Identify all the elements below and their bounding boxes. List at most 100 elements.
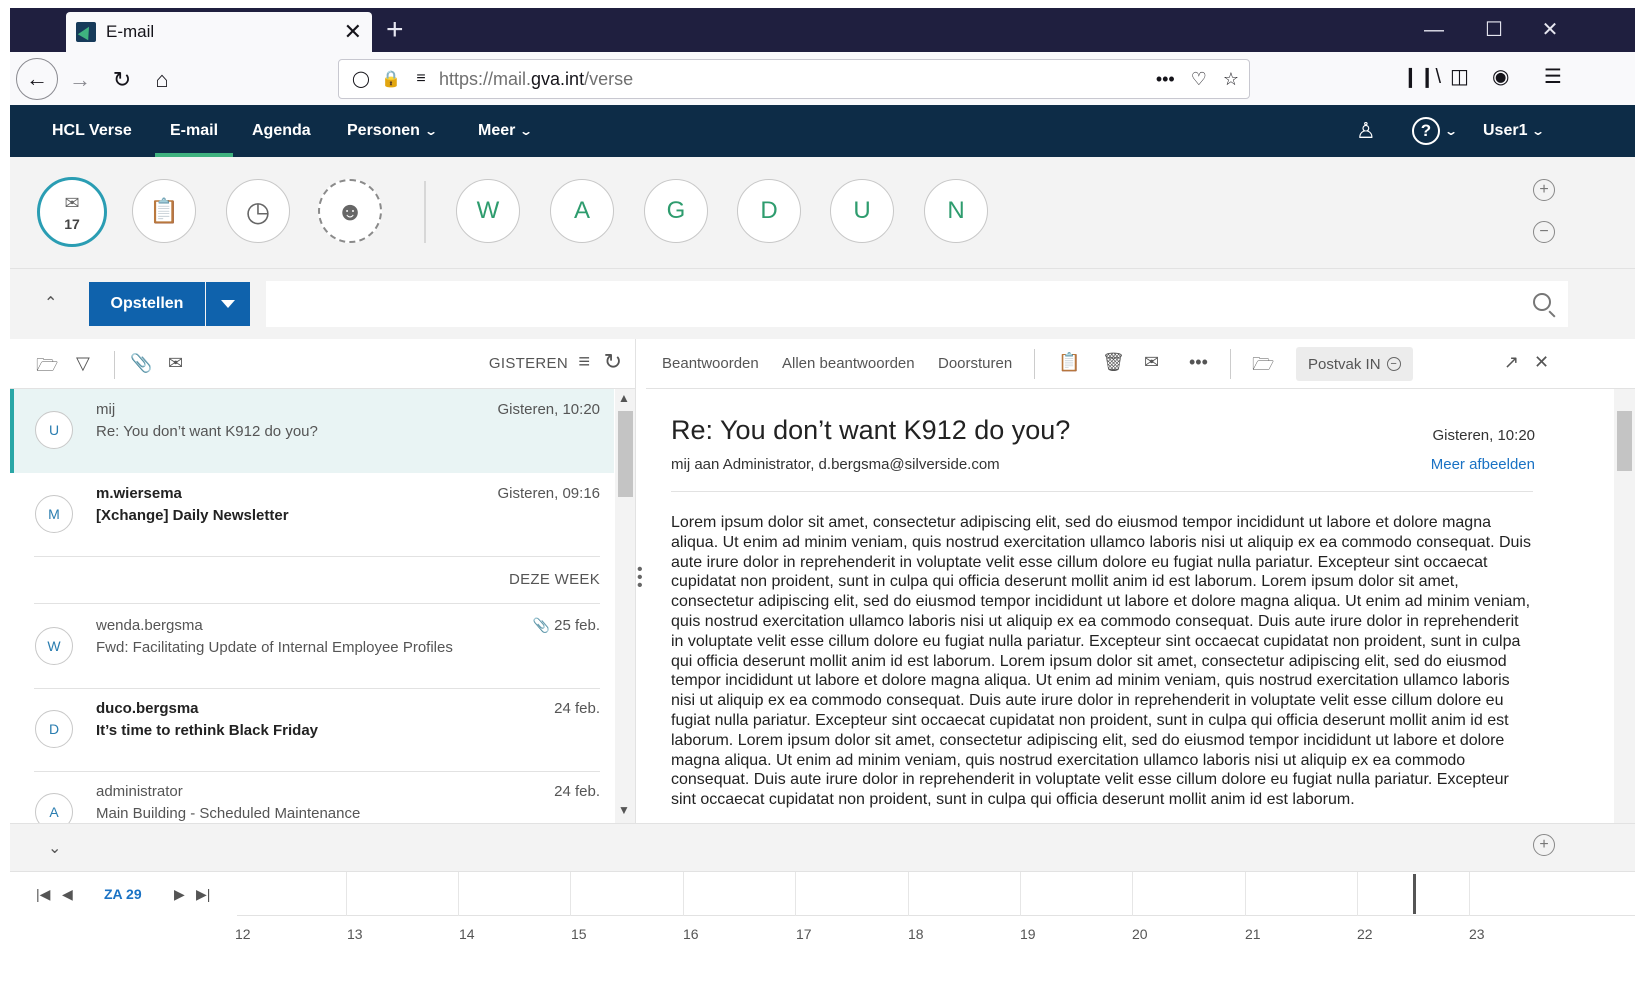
next-day-icon[interactable]: ▶ — [174, 886, 185, 903]
person-icon: ☻ — [336, 195, 364, 226]
forward-button[interactable]: Doorsturen — [938, 355, 1012, 372]
home-icon[interactable]: ⌂ — [144, 62, 180, 98]
current-time-marker — [1413, 874, 1416, 914]
hour-gridline — [1245, 872, 1246, 916]
refresh-icon[interactable]: ↻ — [604, 349, 622, 375]
browser-tab[interactable]: E-mail ✕ — [66, 12, 372, 52]
tasks-bubble[interactable]: 📋 — [132, 179, 196, 243]
toolbar-divider — [1034, 349, 1035, 379]
hamburger-menu-icon[interactable]: ☰ — [1544, 64, 1562, 89]
new-tab-button[interactable]: + — [386, 14, 404, 46]
compose-bar: ⌃ Opstellen — [10, 269, 1635, 339]
accessibility-icon[interactable]: ♙ — [1356, 105, 1376, 157]
menu-personen[interactable]: Personen ⌄ — [347, 105, 438, 157]
inbox-bubble[interactable]: ✉ 17 — [37, 177, 107, 247]
mail-time: 24 feb. — [554, 783, 600, 800]
pocket-icon[interactable]: ♡ — [1191, 69, 1207, 90]
reload-icon[interactable]: ↻ — [104, 62, 140, 98]
collapse-bubbles-icon[interactable]: ⌃ — [44, 293, 57, 313]
mail-row[interactable]: A administrator Main Building - Schedule… — [10, 771, 614, 823]
hour-label: 18 — [908, 926, 924, 942]
maximize-window-icon[interactable]: ☐ — [1474, 14, 1514, 46]
mail-row[interactable]: M m.wiersema [Xchange] Daily Newsletter … — [10, 473, 614, 557]
open-envelope-icon[interactable]: ✉ — [1144, 352, 1159, 373]
person-bubble-d[interactable]: D — [737, 179, 801, 243]
mail-row[interactable]: W wenda.bergsma Fwd: Facilitating Update… — [10, 605, 614, 689]
menu-hcl-verse[interactable]: HCL Verse — [52, 105, 132, 157]
mail-row[interactable]: D duco.bergsma It’s time to rethink Blac… — [10, 688, 614, 772]
close-icon[interactable]: ✕ — [1534, 352, 1549, 373]
pane-splitter-handle[interactable]: • • • — [637, 562, 643, 594]
person-bubble-u[interactable]: U — [830, 179, 894, 243]
reply-button[interactable]: Beantwoorden — [662, 355, 759, 372]
calendar-day-label[interactable]: ZA 29 — [104, 886, 142, 902]
show-images-link[interactable]: Meer afbeelden — [1431, 456, 1535, 473]
collapse-calendar-icon[interactable]: ⌄ — [48, 838, 61, 858]
person-bubble-n[interactable]: N — [924, 179, 988, 243]
clipboard-icon[interactable]: 📋 — [1058, 352, 1080, 373]
url-prefix: https://mail. — [439, 68, 532, 89]
add-person-bubble[interactable]: ☻ — [318, 179, 382, 243]
previous-day-icon[interactable]: ◀ — [62, 886, 73, 903]
envelope-icon[interactable]: ✉ — [168, 353, 183, 374]
lock-icon[interactable]: 🔒 — [379, 69, 403, 89]
popout-icon[interactable]: ↗ — [1504, 352, 1519, 373]
scroll-down-icon[interactable]: ▼ — [618, 803, 630, 817]
close-window-icon[interactable]: ✕ — [1530, 14, 1570, 46]
help-icon: ? — [1412, 116, 1440, 145]
mail-row[interactable]: U mij Re: You don’t want K912 do you? Gi… — [10, 389, 614, 473]
url-bar[interactable]: ◯ 🔒 ≡ https://mail. gva.int/verse ••• ♡ ☆ — [338, 59, 1250, 99]
account-icon[interactable]: ◉ — [1492, 64, 1509, 89]
scroll-up-icon[interactable]: ▲ — [618, 391, 630, 405]
zoom-in-icon[interactable]: + — [1533, 179, 1555, 201]
calendar-timeline: |◀ ◀ ZA 29 ▶ ▶| 12 13 14 15 16 17 18 19 … — [10, 871, 1635, 982]
first-day-icon[interactable]: |◀ — [36, 886, 50, 903]
search-icon[interactable] — [1533, 293, 1551, 311]
remove-folder-icon[interactable]: − — [1386, 357, 1401, 371]
calendar-hour-grid[interactable] — [237, 872, 1635, 916]
chevron-down-icon: ⌄ — [423, 124, 438, 138]
zoom-out-icon[interactable]: − — [1533, 221, 1555, 243]
library-icon[interactable]: ❙❙\ — [1402, 64, 1441, 89]
add-event-icon[interactable]: + — [1533, 834, 1555, 856]
move-folder-icon[interactable]: 🗁 — [1252, 352, 1274, 382]
compose-button[interactable]: Opstellen — [89, 282, 205, 326]
last-day-icon[interactable]: ▶| — [196, 886, 210, 903]
reply-all-button[interactable]: Allen beantwoorden — [782, 355, 915, 372]
reading-pane-scroll-thumb[interactable] — [1617, 411, 1632, 471]
bookmark-star-icon[interactable]: ☆ — [1223, 69, 1239, 90]
trash-icon[interactable]: 🗑 — [1102, 352, 1125, 373]
back-icon[interactable]: ← — [16, 58, 58, 100]
browser-nav-bar: ← → ↻ ⌂ ◯ 🔒 ≡ https://mail. gva.int/verse… — [10, 52, 1635, 106]
attachment-icon: 📎 — [532, 617, 551, 633]
more-actions-icon[interactable]: ••• — [1189, 352, 1208, 373]
forward-icon[interactable]: → — [62, 62, 98, 98]
menu-meer-label: Meer — [478, 122, 516, 139]
sort-icon[interactable]: ≡ — [578, 351, 590, 374]
folder-chip[interactable]: Postvak IN − — [1296, 347, 1413, 381]
clock-icon: ◷ — [245, 195, 271, 227]
hour-gridline — [908, 872, 909, 916]
folder-icon[interactable]: 🗁 — [36, 353, 58, 383]
menu-email[interactable]: E-mail — [154, 105, 234, 157]
filter-icon[interactable]: ▽ — [76, 353, 90, 374]
menu-meer[interactable]: Meer ⌄ — [478, 105, 533, 157]
shield-icon[interactable]: ◯ — [349, 69, 373, 89]
permissions-icon[interactable]: ≡ — [409, 70, 433, 88]
help-menu[interactable]: ? ⌄ — [1412, 105, 1458, 157]
waiting-bubble[interactable]: ◷ — [226, 179, 290, 243]
minimize-window-icon[interactable]: — — [1414, 14, 1454, 46]
user-menu[interactable]: User1 ⌄ — [1483, 105, 1546, 157]
tab-close-icon[interactable]: ✕ — [344, 19, 362, 45]
sidebar-icon[interactable]: ◫ — [1450, 64, 1469, 89]
more-icon[interactable]: ••• — [1156, 69, 1175, 90]
mail-list-scroll-thumb[interactable] — [618, 411, 633, 497]
person-bubble-g[interactable]: G — [644, 179, 708, 243]
compose-dropdown-button[interactable] — [206, 282, 250, 326]
list-date-group[interactable]: GISTEREN — [489, 355, 568, 372]
person-bubble-a[interactable]: A — [550, 179, 614, 243]
search-input[interactable] — [266, 281, 1568, 327]
attachment-icon[interactable]: 📎 — [130, 353, 152, 374]
person-bubble-w[interactable]: W — [456, 179, 520, 243]
menu-agenda[interactable]: Agenda — [252, 105, 311, 157]
